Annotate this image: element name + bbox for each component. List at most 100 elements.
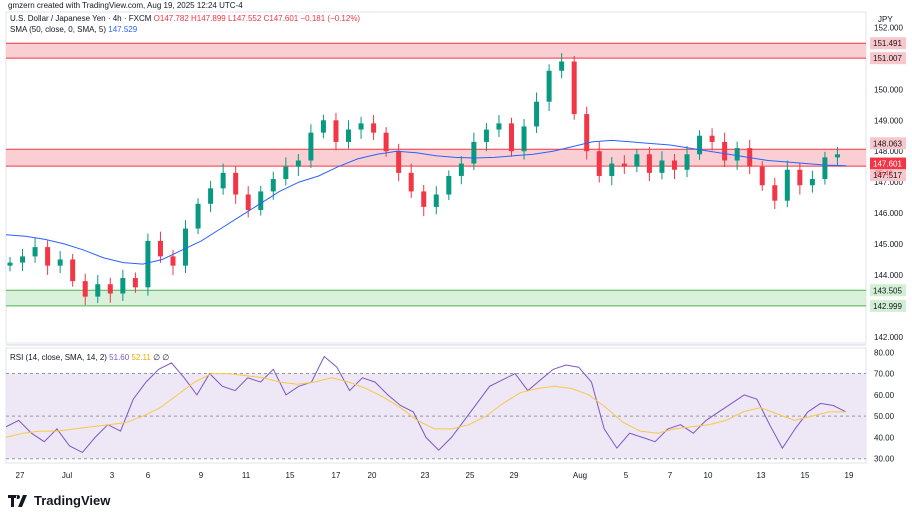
candle-body — [295, 160, 301, 167]
candle-body — [95, 284, 101, 297]
y-tick-label: 150.000 — [874, 85, 903, 94]
ohlc-low: L147.552 — [227, 14, 262, 23]
x-tick-label: 5 — [624, 471, 629, 480]
candle-body — [722, 141, 728, 161]
candle-body — [195, 203, 201, 229]
candle-body — [245, 194, 251, 210]
x-tick-label: 23 — [421, 471, 430, 480]
candle-body — [596, 151, 602, 176]
candle-body — [233, 172, 239, 195]
candle-body — [822, 157, 828, 180]
candle-body — [396, 151, 402, 173]
candle-body — [270, 179, 276, 192]
candle-body — [32, 247, 38, 257]
candle-body — [408, 172, 414, 192]
candle-body — [709, 135, 715, 142]
x-tick-label: 15 — [286, 471, 295, 480]
candle-body — [308, 132, 314, 161]
candle-body — [772, 185, 778, 201]
x-tick-label: 7 — [668, 471, 673, 480]
sma-legend[interactable]: SMA (50, close, 0, SMA, 5) 147.529 — [10, 25, 137, 34]
candle-body — [45, 247, 51, 266]
candle-body — [358, 123, 364, 130]
sma-value: 147.529 — [108, 25, 138, 34]
x-tick-label: 6 — [146, 471, 151, 480]
candle-body — [508, 123, 514, 152]
zone-resistance-0 — [6, 43, 866, 59]
y-tick-label: 145.000 — [874, 240, 903, 249]
rsi-tick-label: 80.00 — [874, 348, 895, 357]
candle-body — [333, 120, 339, 142]
x-tick-label: 29 — [510, 471, 519, 480]
ohlc-change: −0.181 (−0.12%) — [300, 14, 361, 23]
candle-body — [571, 61, 577, 115]
x-tick-label: 3 — [110, 471, 115, 480]
candle-body — [70, 259, 76, 282]
candle-body — [170, 256, 176, 266]
x-tick-label: 10 — [704, 471, 713, 480]
candle-body — [120, 278, 126, 294]
candle-body — [433, 194, 439, 207]
candle-body — [684, 154, 690, 170]
candle-body — [471, 141, 477, 164]
x-tick-label: 20 — [368, 471, 377, 480]
candle-body — [734, 148, 740, 161]
price-label-text: 142.999 — [873, 302, 902, 311]
candle-body — [646, 154, 652, 173]
candle-body — [659, 160, 665, 173]
candle-body — [320, 120, 326, 133]
price-label-text: 151.491 — [873, 39, 902, 48]
currency-label: JPY — [878, 15, 893, 24]
candle-body — [621, 163, 627, 167]
credit-line: gmzern created with TradingView.com, Aug… — [8, 1, 243, 10]
candle-body — [496, 123, 502, 130]
candle-body — [157, 240, 163, 257]
candle-body — [7, 262, 13, 266]
candle-body — [834, 154, 840, 158]
candle-body — [759, 166, 765, 186]
candle-body — [697, 135, 703, 155]
candle-body — [220, 172, 226, 189]
tradingview-logo[interactable]: TradingView — [8, 493, 110, 508]
rsi-tick-label: 50.00 — [874, 412, 895, 421]
rsi-tick-label: 30.00 — [874, 455, 895, 464]
rsi-tick-label: 60.00 — [874, 391, 895, 400]
y-tick-label: 144.000 — [874, 271, 903, 280]
candle-body — [609, 163, 615, 176]
candle-body — [671, 160, 677, 170]
x-tick-label: 27 — [16, 471, 25, 480]
price-label-text: 147.601 — [873, 160, 902, 169]
rsi-tick-label: 70.00 — [874, 370, 895, 379]
x-tick-label: 15 — [801, 471, 810, 480]
rsi-value: 51.60 — [109, 353, 130, 362]
x-tick-label: Aug — [573, 471, 587, 480]
candle-body — [283, 166, 289, 180]
candle-body — [82, 281, 88, 297]
candle-body — [132, 278, 138, 288]
candle-body — [258, 191, 264, 210]
candle-body — [534, 101, 540, 127]
y-tick-label: 149.000 — [874, 116, 903, 125]
candle-body — [346, 129, 352, 142]
x-tick-label: 25 — [466, 471, 475, 480]
candle-body — [57, 259, 63, 266]
symbol-line: U.S. Dollar / Japanese Yen · 4h · FXCM O… — [10, 14, 360, 23]
x-tick-label: 19 — [845, 471, 854, 480]
x-tick-label: Jul — [62, 471, 72, 480]
rsi-legend[interactable]: RSI (14, close, SMA, 14, 2) 51.60 52.11 … — [10, 353, 169, 362]
chart-canvas: 142.000143.000144.000145.000146.000147.0… — [5, 11, 906, 480]
candle-body — [383, 132, 389, 152]
candle-body — [20, 256, 26, 263]
rsi-ma-value: 52.11 — [131, 353, 151, 362]
x-tick-label: 13 — [757, 471, 766, 480]
x-tick-label: 11 — [242, 471, 251, 480]
rsi-extra: ∅ ∅ — [153, 353, 170, 362]
ohlc-close: C147.601 — [263, 14, 299, 23]
candle-body — [584, 114, 590, 152]
rsi-tick-label: 40.00 — [874, 433, 895, 442]
symbol-name[interactable]: U.S. Dollar / Japanese Yen · 4h · FXCM — [10, 14, 151, 23]
price-label-text: 148.063 — [873, 139, 902, 148]
candle-body — [559, 61, 565, 71]
y-tick-label: 146.000 — [874, 209, 903, 218]
brand-name: TradingView — [34, 493, 111, 508]
